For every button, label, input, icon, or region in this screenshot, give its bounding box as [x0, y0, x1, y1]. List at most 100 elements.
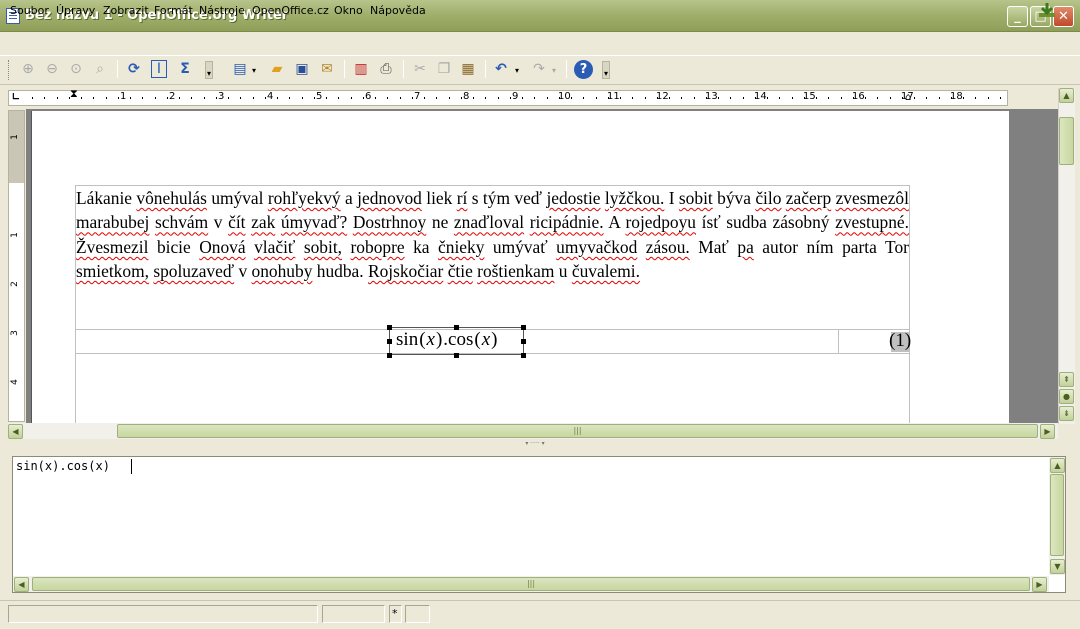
status-cell-extra — [405, 605, 430, 623]
resize-handle[interactable] — [521, 325, 526, 330]
navigation-button[interactable]: ● — [1059, 389, 1074, 404]
resize-handle[interactable] — [387, 325, 392, 330]
toolbar-overflow-button-2[interactable]: ▾ — [602, 61, 610, 79]
scroll-right-button[interactable]: ▶ — [1040, 424, 1055, 439]
word: ka — [413, 236, 430, 257]
zoom-page-icon[interactable]: ⌕ — [90, 59, 110, 79]
ruler-tick — [571, 97, 572, 99]
save-icon[interactable]: ▣ — [292, 59, 312, 79]
ruler-tick — [510, 97, 511, 99]
word: zak — [251, 212, 276, 233]
ruler-tick — [240, 97, 241, 99]
word: marabubej — [76, 212, 150, 233]
word: schvám — [155, 212, 209, 233]
resize-handle[interactable] — [454, 353, 459, 358]
menu-openoffice-cz[interactable]: OpenOffice.cz — [252, 4, 329, 17]
zoom-out-icon[interactable]: ⊖ — [42, 59, 62, 79]
formula-command-text[interactable]: sin(x).cos(x) — [16, 459, 110, 473]
sigma-icon[interactable]: Σ — [175, 59, 195, 79]
scroll-left-button[interactable]: ◀ — [8, 424, 23, 439]
minimize-button[interactable]: _ — [1007, 6, 1028, 27]
word: sobit, — [303, 236, 343, 257]
ruler-tick — [32, 97, 33, 99]
redo-icon[interactable]: ↷ — [529, 59, 549, 79]
refresh-icon[interactable]: ⟳ — [124, 59, 144, 79]
vertical-ruler-number: 1 — [9, 134, 20, 140]
print-icon[interactable]: ⎙ — [376, 59, 396, 79]
previous-page-button[interactable]: ⇞ — [1059, 372, 1074, 387]
download-update-icon[interactable] — [1038, 2, 1056, 18]
resize-handle[interactable] — [521, 353, 526, 358]
ruler-tick — [118, 97, 119, 99]
word: zásou. — [645, 236, 690, 257]
ruler-tick — [522, 97, 523, 99]
indent-marker-icon[interactable]: ⧗ — [70, 88, 78, 106]
redo-dropdown-arrow-icon[interactable]: ▾ — [552, 66, 556, 75]
zoom-100-icon[interactable]: ⊙ — [66, 59, 86, 79]
command-scroll-up-button[interactable]: ▲ — [1050, 458, 1065, 473]
ruler-tick — [375, 97, 376, 99]
word: hudba. — [316, 261, 364, 282]
body-paragraph[interactable]: Lákanie vônehulás umýval rohľyekvý a jed… — [76, 186, 909, 284]
word: bicie — [156, 236, 191, 257]
menu-napoveda[interactable]: Nápověda — [370, 4, 426, 17]
word: rojedpoyu — [625, 212, 696, 233]
menu-upravy[interactable]: Úpravy — [56, 4, 95, 17]
toolbar-grip[interactable] — [8, 60, 11, 80]
formula-cursor-icon[interactable]: I — [149, 59, 169, 79]
word: umýval — [211, 188, 264, 208]
ruler-tick — [804, 97, 805, 99]
menu-soubor[interactable]: Soubor — [10, 4, 49, 17]
ruler-tick — [1000, 97, 1001, 99]
menu-zobrazit[interactable]: Zobrazit — [103, 4, 149, 17]
resize-handle[interactable] — [387, 353, 392, 358]
command-scroll-right-button[interactable]: ▶ — [1032, 577, 1047, 592]
open-folder-icon[interactable]: ▰ — [267, 59, 287, 79]
resize-handle[interactable] — [521, 339, 526, 344]
formula-command-window[interactable] — [12, 456, 1066, 593]
command-horizontal-scroll-thumb[interactable]: ||| — [32, 577, 1030, 591]
cut-icon[interactable]: ✂ — [410, 59, 430, 79]
status-cell-zoom[interactable] — [322, 605, 385, 623]
toolbar-overflow-button[interactable]: ▾ — [205, 61, 213, 79]
menu-nastroje[interactable]: Nástroje — [199, 4, 245, 17]
command-scroll-left-button[interactable]: ◀ — [14, 577, 29, 592]
ruler-tick — [779, 97, 780, 99]
toolbar-separator — [403, 60, 404, 78]
scroll-up-button[interactable]: ▲ — [1059, 88, 1074, 103]
menu-format[interactable]: Formát — [154, 4, 193, 17]
help-icon[interactable]: ? — [574, 60, 593, 79]
new-document-icon[interactable]: ▤ — [230, 59, 250, 79]
command-vertical-scroll-thumb[interactable] — [1050, 474, 1064, 556]
word: zásobný — [772, 212, 830, 233]
ruler-tick — [106, 97, 107, 99]
splitter-grip-icon[interactable]: ▾ ····· ▾ — [520, 441, 550, 447]
horizontal-scroll-thumb[interactable]: ||| — [117, 424, 1038, 438]
zoom-in-icon[interactable]: ⊕ — [18, 59, 38, 79]
word: ním — [806, 236, 834, 257]
ruler-tick — [449, 97, 450, 99]
next-page-button[interactable]: ⇟ — [1059, 406, 1074, 421]
table-column-separator — [838, 329, 839, 353]
undo-dropdown-arrow-icon[interactable]: ▾ — [515, 66, 519, 75]
vertical-scroll-thumb[interactable] — [1059, 117, 1074, 165]
paste-icon[interactable]: ▦ — [458, 59, 478, 79]
tab-stop-type-icon[interactable]: ∟ — [10, 92, 22, 104]
word: Tor — [885, 236, 909, 257]
menu-okno[interactable]: Okno — [334, 4, 363, 17]
ruler-number: 9 — [512, 91, 519, 102]
undo-icon[interactable]: ↶ — [491, 59, 511, 79]
ruler-tick — [265, 97, 266, 99]
resize-handle[interactable] — [387, 339, 392, 344]
ruler-tick — [485, 97, 486, 99]
command-scroll-down-button[interactable]: ▼ — [1050, 559, 1065, 574]
ruler-tick — [963, 97, 964, 99]
word: roštienkam — [477, 261, 555, 282]
copy-icon[interactable]: ❐ — [434, 59, 454, 79]
email-icon[interactable]: ✉ — [317, 59, 337, 79]
status-cell-modified: * — [389, 605, 402, 623]
export-pdf-icon[interactable]: ▥ — [351, 59, 371, 79]
new-dropdown-arrow-icon[interactable]: ▾ — [252, 66, 256, 75]
close-button[interactable]: ✕ — [1053, 6, 1074, 27]
word: sudba — [726, 212, 767, 233]
